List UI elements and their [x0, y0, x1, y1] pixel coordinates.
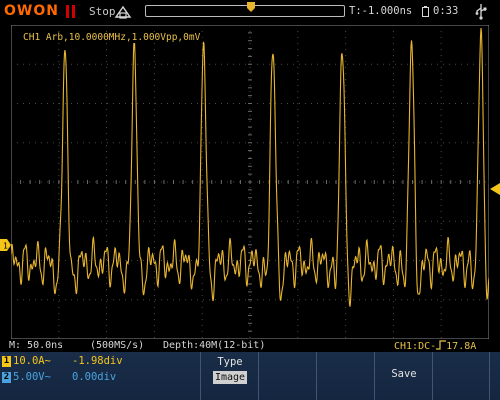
softkey-5[interactable] [432, 352, 490, 400]
trigger-position-marker-icon [247, 2, 255, 12]
timebase-readout[interactable]: M: 50.0ns [9, 340, 63, 351]
clock: 0:33 [433, 5, 459, 17]
ch1-position: -1.98div [72, 355, 123, 367]
usb-icon [475, 4, 487, 20]
trigger-time-readout: T:-1.000ns [349, 5, 413, 17]
trigger-level-value: 17.8A [446, 341, 477, 352]
ch2-position: 0.00div [72, 371, 117, 383]
ch1-offset-marker-icon[interactable]: 1 [0, 239, 11, 251]
pause-icon [66, 5, 75, 18]
trigger-status-readout: CH1:DC- 17.8A [394, 340, 476, 352]
type-softkey[interactable]: Type Image [200, 352, 258, 400]
trigger-level-marker-icon[interactable] [490, 183, 500, 195]
ch1-scale: 10.0A~ [13, 355, 51, 367]
trigger-mode-icon [114, 5, 132, 19]
trigger-source: CH1:DC- [394, 341, 437, 352]
record-depth-readout: Depth:40M(12-bit) [163, 340, 266, 351]
channel-signal-info: CH1 Arb,10.0000MHz,1.000Vpp,0mV [21, 32, 203, 43]
sample-rate-readout: (500MS/s) [90, 340, 145, 351]
softkey-3[interactable] [316, 352, 374, 400]
type-label: Type [217, 356, 243, 368]
save-label: Save [391, 368, 417, 380]
save-softkey[interactable]: Save [374, 352, 432, 400]
brand-logo: OWON [4, 3, 59, 19]
battery-icon [422, 6, 429, 17]
svg-text:1: 1 [3, 242, 8, 251]
ch2-scale: 5.00V~ [13, 371, 51, 383]
waveform-display[interactable] [11, 25, 489, 339]
softkey-2[interactable] [258, 352, 316, 400]
rising-edge-icon [436, 340, 447, 350]
type-value: Image [213, 371, 247, 384]
ch1-settings-row[interactable]: 1 10.0A~ -1.98div [0, 355, 200, 370]
ch2-badge: 2 [2, 372, 11, 383]
ch2-settings-row[interactable]: 2 5.00V~ 0.00div [0, 371, 200, 386]
top-status-bar: OWON Stop T:-1.000ns 0:33 [0, 0, 500, 24]
run-state-label[interactable]: Stop [89, 5, 116, 18]
memory-position-bar[interactable] [145, 5, 345, 17]
ch1-badge: 1 [2, 356, 11, 367]
